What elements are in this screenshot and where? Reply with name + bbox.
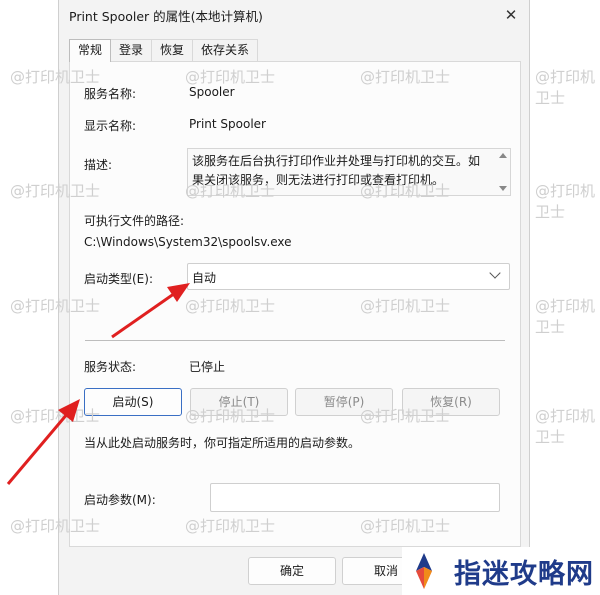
brand-logo: 指迷攻略网 [402,547,600,595]
tab-logon[interactable]: 登录 [110,39,153,61]
watermark: @打印机卫士 [535,68,596,107]
watermark: @打印机卫士 [535,182,596,221]
title-bar: Print Spooler 的属性(本地计算机) ✕ [59,0,529,30]
description-textbox[interactable]: 该服务在后台执行打印作业并处理与打印机的交互。如果关闭该服务，则无法进行打印或查… [187,148,511,196]
start-params-hint: 当从此处启动服务时，你可指定所适用的启动参数。 [84,436,361,450]
chevron-down-icon [489,267,501,279]
description-label: 描述: [84,158,113,172]
compass-logo-icon [416,553,432,589]
window-title: Print Spooler 的属性(本地计算机) [69,9,263,24]
start-params-label: 启动参数(M): [84,493,156,507]
general-panel: 服务名称: Spooler 显示名称: Print Spooler 描述: 该服… [69,61,521,547]
exe-path-label: 可执行文件的路径: [84,214,185,228]
exe-path-value: C:\Windows\System32\spoolsv.exe [84,235,292,249]
stop-button[interactable]: 停止(T) [190,388,288,416]
description-text: 该服务在后台执行打印作业并处理与打印机的交互。如果关闭该服务，则无法进行打印或查… [192,154,481,187]
pause-button[interactable]: 暂停(P) [295,388,393,416]
description-scrollbar[interactable] [498,149,510,195]
tab-recovery[interactable]: 恢复 [151,39,194,61]
scroll-up-icon[interactable] [499,153,507,158]
watermark: @打印机卫士 [535,297,596,336]
service-status-value: 已停止 [189,360,226,374]
display-name-value: Print Spooler [189,117,266,131]
startup-type-select[interactable]: 自动 [187,263,510,290]
startup-type-value: 自动 [192,271,217,285]
scroll-down-icon[interactable] [499,186,507,191]
resume-button[interactable]: 恢复(R) [402,388,500,416]
start-params-input[interactable] [210,483,500,512]
service-properties-dialog: Print Spooler 的属性(本地计算机) ✕ 常规 登录 恢复 依存关系… [58,0,530,595]
service-name-value: Spooler [189,85,235,99]
display-name-label: 显示名称: [84,119,137,133]
watermark: @打印机卫士 [535,407,596,446]
service-status-label: 服务状态: [84,360,137,374]
startup-type-label: 启动类型(E): [84,272,153,286]
tab-dependencies[interactable]: 依存关系 [192,39,259,61]
section-divider [85,340,505,341]
start-button[interactable]: 启动(S) [84,388,182,416]
ok-button[interactable]: 确定 [248,557,336,585]
tab-strip: 常规 登录 恢复 依存关系 [69,39,259,62]
service-name-label: 服务名称: [84,87,137,101]
close-icon[interactable]: ✕ [493,0,529,30]
tab-general[interactable]: 常规 [69,39,112,62]
brand-text: 指迷攻略网 [454,558,594,590]
